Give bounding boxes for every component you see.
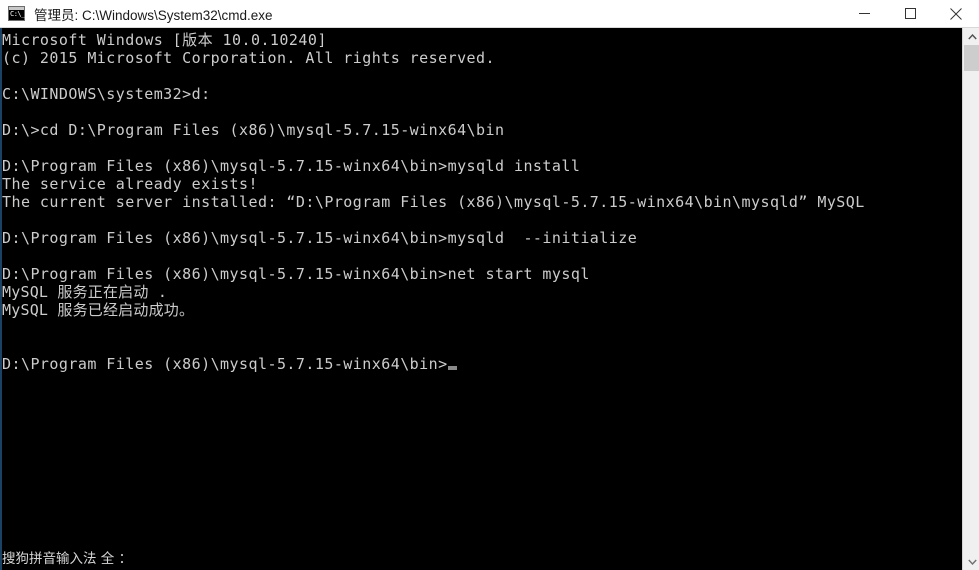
console-line-cd: D:\>cd D:\Program Files (x86)\mysql-5.7.… (2, 121, 505, 139)
scroll-down-icon[interactable] (964, 553, 979, 570)
cmd-console-icon: C:\_ (8, 6, 25, 21)
cmd-window: C:\_ 管理员: C:\Windows\System32\cmd.exe Mi… (0, 0, 979, 570)
prompt-text: D:\Program Files (x86)\mysql-5.7.15-winx… (2, 355, 448, 373)
window-left-border (0, 28, 2, 570)
console-lines: Microsoft Windows [版本 10.0.10240] (c) 20… (2, 31, 952, 373)
console-line: (c) 2015 Microsoft Corporation. All righ… (2, 49, 495, 67)
maximize-button[interactable] (887, 0, 933, 27)
window-title: 管理员: C:\Windows\System32\cmd.exe (34, 7, 273, 23)
console-current-prompt[interactable]: D:\Program Files (x86)\mysql-5.7.15-winx… (2, 355, 952, 373)
console-line-service-starting: MySQL 服务正在启动 . (2, 283, 168, 301)
console-line-prompt-d: C:\WINDOWS\system32>d: (2, 85, 211, 103)
console-line-service-exists: The service already exists! (2, 175, 258, 193)
chevron-down-icon (967, 559, 977, 565)
console-line-mysqld-install: D:\Program Files (x86)\mysql-5.7.15-winx… (2, 157, 581, 175)
minimize-button[interactable] (841, 0, 887, 27)
console-line-mysqld-initialize: D:\Program Files (x86)\mysql-5.7.15-winx… (2, 229, 638, 247)
console-output-area[interactable]: Microsoft Windows [版本 10.0.10240] (c) 20… (0, 28, 962, 570)
text-cursor (447, 366, 457, 370)
minimize-icon (858, 13, 870, 14)
maximize-icon (904, 8, 916, 19)
close-icon (950, 7, 962, 20)
close-button[interactable] (933, 0, 979, 27)
console-line-net-start: D:\Program Files (x86)\mysql-5.7.15-winx… (2, 265, 590, 283)
console-line-current-server: The current server installed: “D:\Progra… (2, 193, 865, 211)
console-line-service-started: MySQL 服务已经启动成功。 (2, 301, 195, 319)
scroll-up-icon[interactable] (964, 28, 979, 45)
scrollbar-track[interactable] (964, 45, 979, 553)
ime-status-bar: 搜狗拼音输入法 全 ： (2, 551, 133, 567)
vertical-scrollbar[interactable] (962, 28, 979, 570)
chevron-up-icon (967, 33, 977, 39)
window-titlebar[interactable]: C:\_ 管理员: C:\Windows\System32\cmd.exe (0, 0, 979, 28)
icon-prompt-glyph: C:\_ (10, 10, 25, 18)
console-line: Microsoft Windows [版本 10.0.10240] (2, 31, 327, 49)
scrollbar-thumb[interactable] (964, 45, 979, 71)
